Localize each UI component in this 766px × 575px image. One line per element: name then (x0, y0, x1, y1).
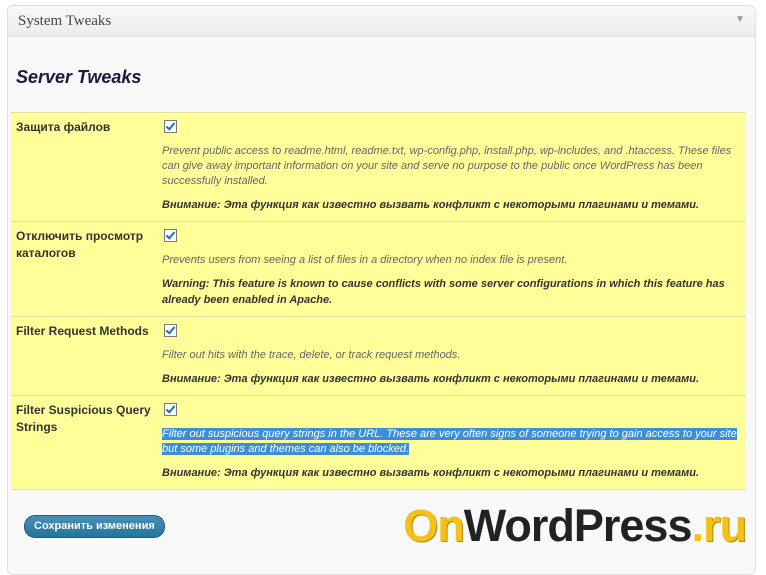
filter-request-methods-checkbox[interactable] (164, 324, 177, 337)
directory-browsing-checkbox[interactable] (164, 229, 177, 242)
table-row: Отключить просмотр каталогов Prevents us… (11, 221, 746, 317)
row-description: Filter out hits with the trace, delete, … (162, 349, 461, 361)
table-row: Filter Suspicious Query Strings Filter o… (11, 395, 746, 490)
row-warning: Внимание: Эта функция как известно вызва… (162, 467, 700, 479)
panel-title: System Tweaks (18, 13, 112, 29)
save-changes-button[interactable]: Сохранить изменения (24, 515, 165, 538)
row-label: Защита файлов (11, 112, 162, 222)
collapse-arrow-icon[interactable]: ▼ (735, 14, 745, 25)
logo-ru: ru (703, 500, 747, 551)
onwordpress-watermark-logo: OnWordPress.ru (403, 500, 747, 552)
row-warning: Warning: This feature is known to cause … (162, 278, 725, 306)
logo-on: On (403, 500, 464, 551)
table-row: Filter Request Methods Filter out hits w… (11, 316, 746, 396)
logo-dot: . (691, 500, 703, 551)
tweaks-table: Защита файлов Prevent public access to r… (11, 112, 746, 490)
row-description: Prevent public access to readme.html, re… (162, 145, 732, 187)
row-warning: Внимание: Эта функция как известно вызва… (162, 199, 700, 211)
row-label: Filter Suspicious Query Strings (11, 395, 162, 490)
selected-text: Filter out suspicious query strings in t… (162, 428, 737, 455)
row-label: Отключить просмотр каталогов (11, 221, 162, 317)
table-row: Защита файлов Prevent public access to r… (11, 112, 746, 222)
panel-header[interactable]: System Tweaks ▼ (8, 6, 755, 37)
logo-wordpress: WordPress (463, 500, 693, 551)
file-protection-checkbox[interactable] (164, 120, 177, 133)
row-label: Filter Request Methods (11, 316, 162, 396)
row-description: Prevents users from seeing a list of fil… (162, 254, 568, 266)
filter-suspicious-query-checkbox[interactable] (164, 403, 177, 416)
row-warning: Внимание: Эта функция как известно вызва… (162, 373, 700, 385)
row-description-selected: Filter out suspicious query strings in t… (162, 427, 746, 457)
section-title: Server Tweaks (16, 67, 142, 87)
